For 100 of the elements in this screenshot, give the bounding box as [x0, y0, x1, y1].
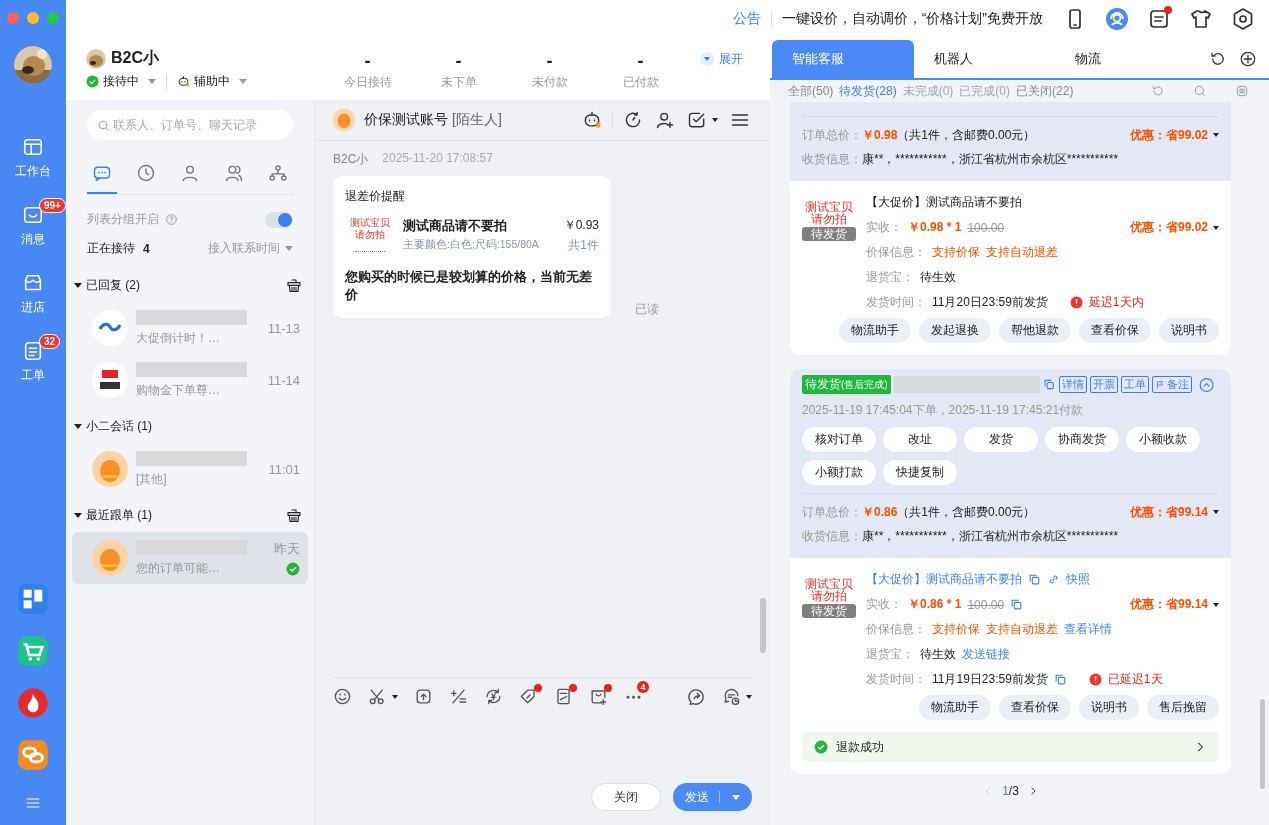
- details-link[interactable]: 查看详情: [1064, 621, 1112, 638]
- order-action-button[interactable]: 改址: [883, 427, 957, 452]
- order-tag-button[interactable]: 开票: [1089, 376, 1118, 393]
- filter-tab[interactable]: 待发货(28): [839, 82, 897, 100]
- scrollbar[interactable]: [1260, 699, 1265, 789]
- product-title[interactable]: 【大促价】测试商品请不要拍: [866, 571, 1022, 588]
- robot-icon[interactable]: [582, 110, 602, 130]
- order-tag-button[interactable]: 详情: [1058, 376, 1087, 393]
- share-icon[interactable]: [687, 687, 706, 706]
- price-protection-tag: 支持价保: [932, 244, 980, 261]
- settings-icon[interactable]: [1231, 7, 1255, 31]
- order-action-button[interactable]: 协商发货: [1045, 427, 1119, 452]
- panel-tab[interactable]: 机器人: [913, 40, 1056, 78]
- copy-icon[interactable]: [1028, 573, 1041, 586]
- smile-icon[interactable]: [333, 687, 352, 706]
- delay-notice: 延迟1天内: [1088, 294, 1144, 311]
- send-link[interactable]: 发送链接: [962, 646, 1010, 663]
- send-button[interactable]: 发送: [673, 783, 752, 811]
- order-item-button[interactable]: 查看价保: [999, 695, 1071, 720]
- order-item-button[interactable]: 发起退换: [919, 318, 991, 343]
- panel-tab[interactable]: 物流: [1055, 40, 1198, 78]
- group-header[interactable]: 小二会话 (1): [74, 418, 152, 435]
- stat-label: 已付款: [622, 73, 659, 91]
- expand-button[interactable]: 展开: [700, 50, 743, 68]
- schedule-icon[interactable]: [722, 687, 752, 706]
- order-tag-button[interactable]: 备注: [1151, 376, 1192, 393]
- order-action-button[interactable]: 核对订单: [802, 427, 876, 452]
- calculator-icon[interactable]: [449, 687, 468, 706]
- copy-icon[interactable]: [1053, 673, 1067, 686]
- panel-tab[interactable]: 智能客服: [772, 40, 914, 78]
- order-item-button[interactable]: 说明书: [1159, 318, 1219, 343]
- order-item-button[interactable]: 物流助手: [919, 695, 991, 720]
- order-item-button[interactable]: 说明书: [1079, 695, 1139, 720]
- basket-icon[interactable]: [286, 277, 302, 294]
- discount-dropdown[interactable]: 优惠：省99.14: [1129, 503, 1219, 521]
- filter-tab[interactable]: 全部(50): [788, 82, 834, 100]
- chain-app-icon[interactable]: [17, 739, 49, 771]
- sender-name: B2C小: [333, 151, 369, 168]
- order-item-button[interactable]: 帮他退款: [999, 318, 1071, 343]
- order-action-button[interactable]: 小额打款: [802, 460, 876, 485]
- tiles-app-icon[interactable]: [17, 583, 49, 615]
- group-header[interactable]: 已回复 (2): [74, 277, 140, 294]
- exchange-icon[interactable]: [484, 687, 503, 706]
- card-title: 退差价提醒: [345, 188, 406, 205]
- shirt-icon[interactable]: [1189, 7, 1213, 31]
- order-total: ￥0.98: [862, 126, 898, 144]
- status-dropdown[interactable]: 接待中: [86, 73, 156, 90]
- bag-icon[interactable]: [589, 687, 608, 706]
- contact-item[interactable]: 购物金下单尊… 11-14: [72, 354, 308, 406]
- basket-icon[interactable]: [286, 507, 302, 524]
- count-badge: 4: [637, 681, 649, 693]
- link-icon: [1047, 573, 1060, 586]
- discount-dropdown[interactable]: 优惠：省99.14: [1129, 596, 1219, 613]
- tag-icon[interactable]: [519, 687, 538, 706]
- upload-icon[interactable]: [414, 687, 433, 706]
- field-label: 退货宝：: [866, 269, 914, 286]
- copy-icon[interactable]: [1043, 378, 1056, 391]
- filter-tab[interactable]: 已关闭(22): [1016, 82, 1074, 100]
- discount-dropdown[interactable]: 优惠：省99.02: [1129, 126, 1219, 144]
- order-item-button[interactable]: 物流助手: [839, 318, 911, 343]
- announcement-link[interactable]: 公告: [732, 10, 761, 28]
- order-action-button[interactable]: 发货: [964, 427, 1038, 452]
- scissors-icon[interactable]: [368, 687, 398, 706]
- product-thumbnail: 测试宝贝 请勿拍 待发货: [802, 193, 856, 312]
- fire-app-icon[interactable]: [17, 687, 49, 719]
- order-action-button[interactable]: 快捷复制: [883, 460, 957, 485]
- add-circle-icon[interactable]: [1239, 50, 1257, 68]
- stat-value: -: [364, 49, 371, 73]
- discount-dropdown[interactable]: 优惠：省99.02: [1129, 219, 1219, 236]
- field-label: 订单总价：: [802, 503, 862, 521]
- copy-icon[interactable]: [1010, 598, 1024, 611]
- group-header[interactable]: 最近跟单 (1): [74, 507, 152, 524]
- robot-icon: [177, 75, 190, 88]
- news-icon[interactable]: [1147, 7, 1171, 31]
- sort-dropdown[interactable]: 接入联系时间: [208, 240, 293, 257]
- collapse-icon[interactable]: [1197, 375, 1215, 394]
- order-item-button[interactable]: 售后挽留: [1147, 695, 1219, 720]
- scrollbar[interactable]: [760, 598, 766, 653]
- assist-dropdown[interactable]: 辅助中: [177, 73, 247, 90]
- contact-item[interactable]: 您的订单可能… 昨天: [72, 532, 308, 584]
- close-button[interactable]: 关闭: [591, 783, 661, 811]
- headset-icon[interactable]: [1105, 7, 1129, 31]
- cart-app-icon[interactable]: [17, 635, 49, 667]
- refund-status-bar[interactable]: 退款成功: [802, 732, 1219, 762]
- receipt-icon[interactable]: [554, 687, 573, 706]
- serving-label: 正在接待: [87, 240, 135, 257]
- contact-item[interactable]: [其他] 11:01: [72, 443, 308, 495]
- message-preview: [其他]: [136, 470, 168, 488]
- announcement-text: 一键设价，自动调价，“价格计划”免费开放: [781, 10, 1043, 28]
- paid-amount: ￥0.98 * 1: [908, 219, 962, 236]
- order-action-button[interactable]: 小额收款: [1126, 427, 1200, 452]
- search-field[interactable]: 联系人、订单号、聊天记录: [87, 110, 293, 140]
- order-item-button[interactable]: 查看价保: [1079, 318, 1151, 343]
- task-check-icon[interactable]: [687, 110, 718, 130]
- refresh-icon[interactable]: [623, 110, 643, 130]
- add-user-icon[interactable]: [655, 110, 675, 130]
- grouping-toggle[interactable]: [265, 211, 293, 228]
- snapshot-link[interactable]: 快照: [1066, 571, 1090, 588]
- contact-item[interactable]: 大促倒计时！… 11-13: [72, 302, 308, 354]
- order-tag-button[interactable]: 工单: [1120, 376, 1149, 393]
